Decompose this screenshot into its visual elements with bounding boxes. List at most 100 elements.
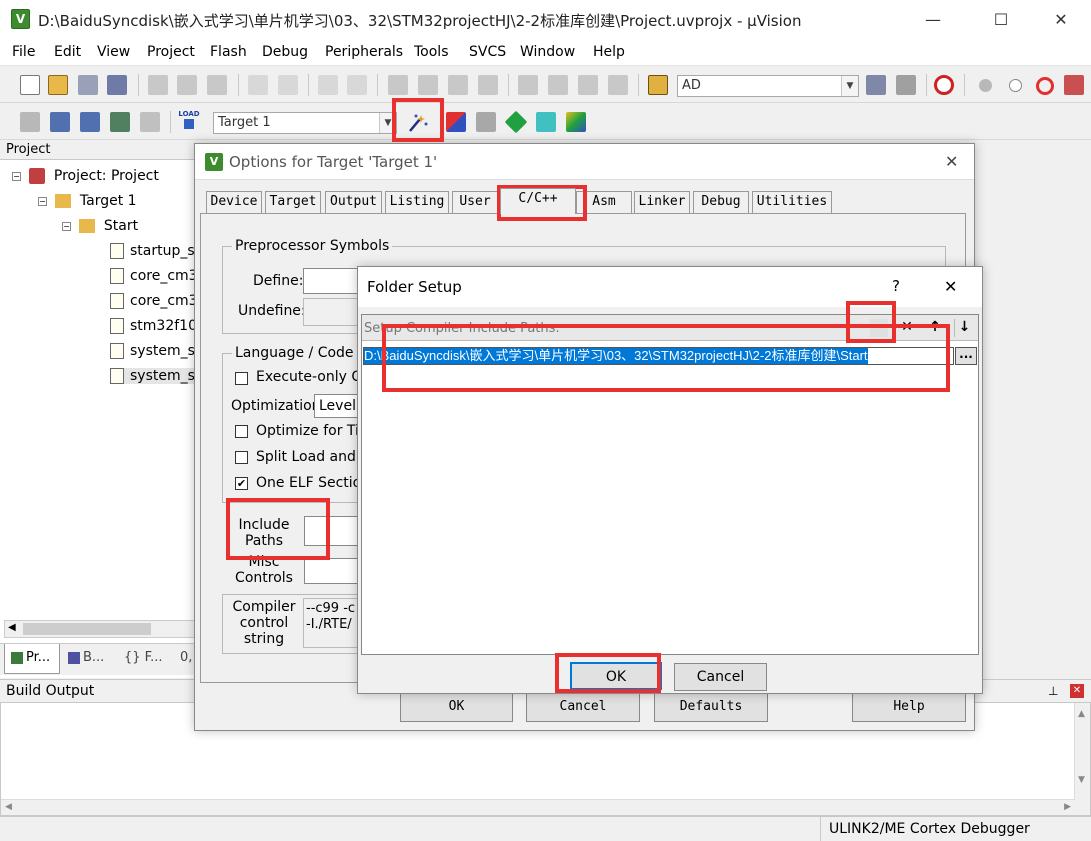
- tab-output[interactable]: Output: [325, 191, 382, 213]
- new-file-icon[interactable]: [20, 75, 40, 95]
- chevron-down-icon[interactable]: ▼: [379, 113, 396, 133]
- chevron-down-icon[interactable]: ▼: [841, 76, 858, 96]
- scroll-left-icon[interactable]: ◀: [8, 622, 16, 633]
- tree-file[interactable]: system_st: [110, 343, 200, 359]
- tab-debug[interactable]: Debug: [693, 191, 749, 213]
- open-folder-icon[interactable]: [48, 75, 68, 95]
- optimization-select[interactable]: Level (: [314, 394, 362, 418]
- cut-icon[interactable]: [148, 75, 168, 95]
- bookmark-prev-icon[interactable]: [418, 75, 438, 95]
- define-field[interactable]: [303, 268, 359, 294]
- include-paths-field[interactable]: [304, 516, 360, 546]
- unindent-icon[interactable]: [548, 75, 568, 95]
- browse-button[interactable]: ...: [955, 347, 977, 365]
- tab-user[interactable]: User: [452, 191, 498, 213]
- rebuild-icon[interactable]: [80, 112, 100, 132]
- translate-icon[interactable]: [20, 112, 40, 132]
- target-combo[interactable]: Target 1 ▼: [213, 112, 397, 134]
- tab-listing[interactable]: Listing: [385, 191, 449, 213]
- split-load-checkbox[interactable]: [235, 451, 248, 464]
- scroll-thumb[interactable]: [23, 623, 151, 635]
- tree-file[interactable]: startup_st: [110, 243, 200, 259]
- options-help-button[interactable]: Help: [852, 692, 966, 722]
- move-up-icon[interactable]: ↑: [926, 319, 944, 337]
- close-icon[interactable]: ✕: [1070, 684, 1084, 698]
- manage-rte-icon[interactable]: [504, 110, 528, 134]
- select-packs-icon[interactable]: [476, 112, 496, 132]
- scroll-down-icon[interactable]: ▼: [1078, 775, 1085, 785]
- close-icon[interactable]: ✕: [944, 277, 957, 296]
- undefine-field[interactable]: [303, 298, 359, 326]
- one-elf-checkbox[interactable]: ✔: [235, 477, 248, 490]
- tab-functions[interactable]: {} F...: [124, 644, 176, 672]
- horizontal-scrollbar[interactable]: ◀ ▶: [1, 799, 1075, 815]
- menu-debug[interactable]: Debug: [262, 44, 308, 60]
- scroll-right-icon[interactable]: ▶: [1064, 802, 1071, 812]
- options-defaults-button[interactable]: Defaults: [654, 692, 768, 722]
- close-icon[interactable]: ✕: [945, 152, 958, 171]
- delete-icon[interactable]: ✕: [898, 319, 916, 337]
- menu-help[interactable]: Help: [593, 44, 625, 60]
- options-for-target-icon[interactable]: [406, 111, 430, 135]
- nav-back-icon[interactable]: [318, 75, 338, 95]
- batch-build-icon[interactable]: [110, 112, 130, 132]
- folder-ok-button[interactable]: OK: [570, 662, 662, 690]
- options-ok-button[interactable]: OK: [400, 692, 513, 722]
- copy-icon[interactable]: [177, 75, 197, 95]
- uncomment-icon[interactable]: [608, 75, 628, 95]
- compiler-control-field[interactable]: --c99 -c - -I./RTE/: [303, 598, 361, 648]
- tree-file[interactable]: core_cm3: [110, 268, 198, 284]
- comment-icon[interactable]: [578, 75, 598, 95]
- build-icon[interactable]: [50, 112, 70, 132]
- new-folder-icon[interactable]: [870, 319, 888, 337]
- bookmark-clear-icon[interactable]: [478, 75, 498, 95]
- redo-icon[interactable]: [278, 75, 298, 95]
- scroll-left-icon[interactable]: ◀: [5, 802, 12, 812]
- menu-svcs[interactable]: SVCS: [469, 44, 506, 60]
- collapse-icon[interactable]: −: [12, 171, 21, 181]
- undo-icon[interactable]: [248, 75, 268, 95]
- menu-view[interactable]: View: [97, 44, 130, 60]
- app-icon[interactable]: V: [11, 9, 30, 29]
- breakpoint-disable-icon[interactable]: [1009, 79, 1022, 92]
- tree-file[interactable]: core_cm3: [110, 293, 198, 309]
- path-edit-field[interactable]: D:\BaiduSyncdisk\嵌入式学习\单片机学习\03、32\STM32…: [363, 347, 954, 365]
- menu-flash[interactable]: Flash: [210, 44, 247, 60]
- menu-tools[interactable]: Tools: [414, 44, 449, 60]
- manage-project-items-icon[interactable]: [446, 112, 466, 132]
- menu-file[interactable]: File: [12, 44, 35, 60]
- find-in-files-icon[interactable]: [648, 75, 668, 95]
- tree-root[interactable]: − Project: Project: [12, 168, 159, 184]
- breakpoint-clear-icon[interactable]: [1036, 77, 1054, 95]
- indent-icon[interactable]: [518, 75, 538, 95]
- bookmark-next-icon[interactable]: [448, 75, 468, 95]
- tab-device[interactable]: Device: [206, 191, 262, 213]
- save-all-icon[interactable]: [107, 75, 127, 95]
- vertical-scrollbar[interactable]: ▲ ▼: [1074, 703, 1090, 815]
- tab-target[interactable]: Target: [265, 191, 321, 213]
- incremental-find-icon[interactable]: [896, 75, 916, 95]
- tab-linker[interactable]: Linker: [634, 191, 690, 213]
- tree-file[interactable]: stm32f10: [110, 318, 197, 334]
- collapse-icon[interactable]: −: [38, 196, 47, 206]
- menu-peripherals[interactable]: Peripherals: [325, 44, 403, 60]
- tab-asm[interactable]: Asm: [576, 191, 632, 213]
- pin-icon[interactable]: ⊥: [1048, 680, 1058, 702]
- menu-project[interactable]: Project: [147, 44, 195, 60]
- menu-window[interactable]: Window: [520, 44, 575, 60]
- folder-cancel-button[interactable]: Cancel: [674, 663, 767, 691]
- misc-controls-field[interactable]: [304, 558, 360, 584]
- move-down-icon[interactable]: ↓: [954, 319, 974, 337]
- maximize-button[interactable]: ☐: [978, 8, 1024, 32]
- horizontal-scrollbar[interactable]: ◀: [4, 620, 196, 638]
- paste-icon[interactable]: [207, 75, 227, 95]
- execute-only-checkbox[interactable]: [235, 372, 248, 385]
- tab-project[interactable]: Pr...: [4, 644, 60, 674]
- tab-utilities[interactable]: Utilities: [752, 191, 832, 213]
- find-icon[interactable]: [866, 75, 886, 95]
- nav-forward-icon[interactable]: [347, 75, 367, 95]
- debug-session-icon[interactable]: [934, 75, 954, 95]
- minimize-button[interactable]: —: [910, 8, 956, 32]
- load-icon[interactable]: LOAD: [178, 110, 200, 134]
- options-cancel-button[interactable]: Cancel: [526, 692, 640, 722]
